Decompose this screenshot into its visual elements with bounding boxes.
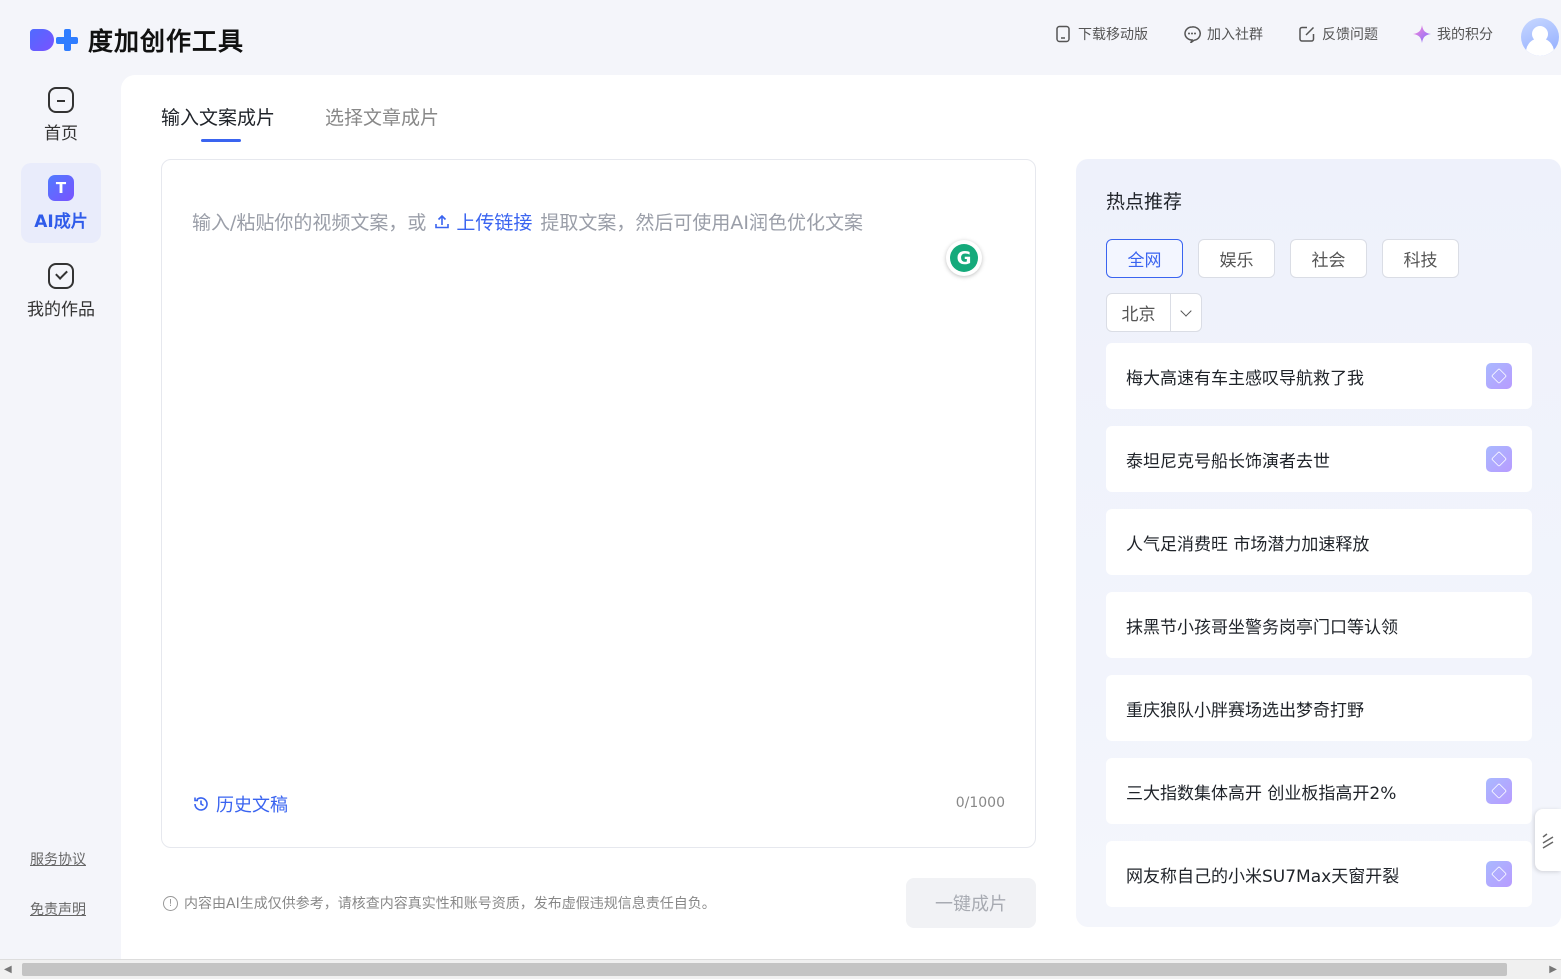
filter-entertainment[interactable]: 娱乐 — [1198, 239, 1275, 278]
hot-topic-text: 人气足消费旺 市场潜力加速释放 — [1126, 534, 1370, 555]
script-editor[interactable]: 输入/粘贴你的视频文案，或 上传链接 提取文案，然后可使用AI润色优化文案 G … — [161, 159, 1036, 848]
hot-topic-text: 网友称自己的小米SU7Max天窗开裂 — [1126, 866, 1400, 887]
scrollbar-thumb[interactable] — [22, 963, 1507, 976]
sidebar-item-home[interactable]: 首页 — [21, 75, 101, 155]
filter-society[interactable]: 社会 — [1290, 239, 1367, 278]
hot-topics-panel: 热点推荐 全网 娱乐 社会 科技 北京 梅大高速有车主感叹导航救了我 泰坦尼克号… — [1076, 159, 1561, 927]
list-item[interactable]: 人气足消费旺 市场潜力加速释放 — [1106, 509, 1532, 575]
horizontal-scrollbar[interactable]: ◀ ▶ — [0, 959, 1561, 979]
header-actions: 下载移动版 加入社群 反馈问题 我的积分 — [1053, 24, 1493, 44]
layers-icon[interactable] — [1486, 778, 1512, 804]
feedback-label: 反馈问题 — [1322, 27, 1378, 43]
filter-tech[interactable]: 科技 — [1382, 239, 1459, 278]
list-item[interactable]: 抹黑节小孩哥坐警务岗亭门口等认领 — [1106, 592, 1532, 658]
list-item[interactable]: 网友称自己的小米SU7Max天窗开裂 — [1106, 841, 1532, 907]
layers-icon[interactable] — [1486, 446, 1512, 472]
chevron-down-icon — [1171, 294, 1201, 331]
info-icon: ! — [163, 895, 178, 911]
download-mobile-link[interactable]: 下载移动版 — [1053, 24, 1148, 44]
join-community-link[interactable]: 加入社群 — [1182, 24, 1263, 44]
ai-icon: T — [48, 174, 74, 201]
upload-link-label: 上传链接 — [456, 212, 533, 234]
upload-icon — [435, 214, 450, 228]
hot-topic-text: 三大指数集体高开 创业板指高开2% — [1126, 783, 1397, 804]
join-community-label: 加入社群 — [1207, 27, 1263, 43]
user-avatar[interactable] — [1521, 18, 1559, 56]
sidebar-item-label: 首页 — [44, 123, 78, 144]
grammarly-widget[interactable]: G — [946, 240, 982, 276]
sidebar-item-ai-video[interactable]: T AI成片 — [21, 163, 101, 243]
hot-topics-title: 热点推荐 — [1106, 191, 1183, 213]
app-logo[interactable]: 度加创作工具 — [30, 22, 244, 58]
history-icon — [194, 797, 208, 811]
mode-tabs: 输入文案成片 选择文章成片 — [161, 103, 439, 142]
my-points-link[interactable]: 我的积分 — [1412, 24, 1493, 44]
hot-topics-list: 梅大高速有车主感叹导航救了我 泰坦尼克号船长饰演者去世 人气足消费旺 市场潜力加… — [1106, 343, 1532, 924]
top-header: 度加创作工具 下载移动版 加入社群 反馈问题 我的积分 — [0, 0, 1561, 75]
city-select[interactable]: 北京 — [1106, 293, 1202, 332]
list-item[interactable]: 重庆狼队小胖赛场选出梦奇打野 — [1106, 675, 1532, 741]
logo-mark-icon — [30, 29, 78, 51]
city-select-value: 北京 — [1107, 294, 1171, 331]
works-icon — [48, 262, 74, 289]
terms-of-service-link[interactable]: 服务协议 — [30, 849, 86, 869]
list-item[interactable]: 三大指数集体高开 创业板指高开2% — [1106, 758, 1532, 824]
chat-icon — [1182, 24, 1202, 44]
sidebar-item-label: 我的作品 — [27, 299, 95, 320]
ai-disclaimer: ! 内容由AI生成仅供参考，请核查内容真实性和账号资质，发布虚假违规信息责任自负… — [163, 893, 716, 913]
hot-topic-text: 重庆狼队小胖赛场选出梦奇打野 — [1126, 700, 1364, 721]
scroll-right-arrow-icon[interactable]: ▶ — [1549, 964, 1557, 975]
upload-link-button[interactable]: 上传链接 — [434, 208, 532, 235]
hot-topic-text: 抹黑节小孩哥坐警务岗亭门口等认领 — [1126, 617, 1398, 638]
collapse-panel-toggle[interactable] — [1535, 809, 1561, 871]
list-item[interactable]: 梅大高速有车主感叹导航救了我 — [1106, 343, 1532, 409]
generate-video-button[interactable]: 一键成片 — [906, 878, 1036, 928]
sidebar: 首页 T AI成片 我的作品 服务协议 免责声明 — [0, 75, 121, 959]
mobile-icon — [1053, 24, 1073, 44]
sidebar-item-my-works[interactable]: 我的作品 — [21, 251, 101, 331]
edit-icon — [1297, 24, 1317, 44]
placeholder-text-before: 输入/粘贴你的视频文案，或 — [192, 212, 427, 234]
sidebar-footer-links: 服务协议 免责声明 — [30, 849, 86, 919]
hot-topic-text: 泰坦尼克号船长饰演者去世 — [1126, 451, 1330, 472]
editor-placeholder: 输入/粘贴你的视频文案，或 上传链接 提取文案，然后可使用AI润色优化文案 — [192, 208, 863, 235]
layers-icon[interactable] — [1486, 861, 1512, 887]
ai-disclaimer-text: 内容由AI生成仅供参考，请核查内容真实性和账号资质，发布虚假违规信息责任自负。 — [184, 896, 716, 912]
placeholder-text-after: 提取文案，然后可使用AI润色优化文案 — [540, 212, 864, 234]
tab-select-article[interactable]: 选择文章成片 — [325, 103, 439, 142]
scroll-left-arrow-icon[interactable]: ◀ — [4, 964, 12, 975]
grammarly-icon: G — [950, 244, 978, 272]
home-icon — [48, 86, 74, 113]
sidebar-item-label: AI成片 — [34, 211, 88, 232]
collapse-arrows-icon — [1542, 833, 1554, 849]
hot-topic-text: 梅大高速有车主感叹导航救了我 — [1126, 368, 1364, 389]
logo-text: 度加创作工具 — [88, 27, 245, 56]
main-panel: 输入文案成片 选择文章成片 输入/粘贴你的视频文案，或 上传链接 提取文案，然后… — [121, 75, 1561, 959]
history-drafts-label: 历史文稿 — [216, 795, 288, 816]
disclaimer-link[interactable]: 免责声明 — [30, 899, 86, 919]
my-points-label: 我的积分 — [1437, 27, 1493, 43]
hot-filter-tabs: 全网 娱乐 社会 科技 — [1106, 239, 1459, 278]
sparkle-icon — [1412, 24, 1432, 44]
history-drafts-button[interactable]: 历史文稿 — [192, 791, 288, 817]
layers-icon[interactable] — [1486, 363, 1512, 389]
feedback-link[interactable]: 反馈问题 — [1297, 24, 1378, 44]
char-counter: 0/1000 — [955, 795, 1005, 811]
filter-all[interactable]: 全网 — [1106, 239, 1183, 278]
list-item[interactable]: 泰坦尼克号船长饰演者去世 — [1106, 426, 1532, 492]
download-mobile-label: 下载移动版 — [1078, 27, 1148, 43]
tab-input-script[interactable]: 输入文案成片 — [161, 103, 275, 142]
